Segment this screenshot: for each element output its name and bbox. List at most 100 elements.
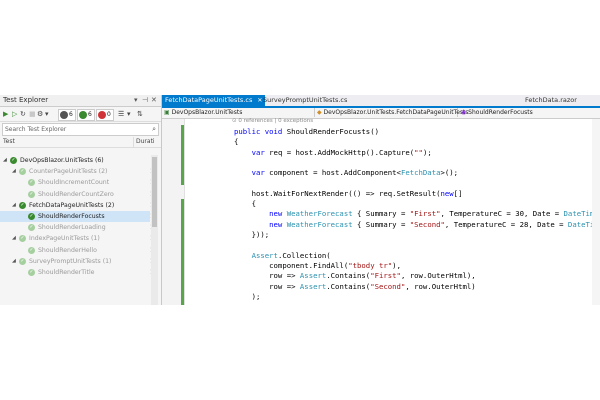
passed-count-button[interactable]: 6 xyxy=(77,109,95,121)
test-tree-item[interactable]: ◢✓FetchDataPageUnitTests (2)1 xyxy=(0,200,154,211)
code-token: , TemperatureC = 28, Date = xyxy=(444,219,568,229)
test-name: ShouldRenderCountZero xyxy=(38,190,114,198)
code-token: .Contains( xyxy=(326,281,371,291)
passed-icon: ✓ xyxy=(28,190,35,198)
test-list-scrollbar[interactable] xyxy=(151,155,158,305)
column-duration[interactable]: Durati xyxy=(133,137,155,147)
test-tree-item[interactable]: ✓ShouldRenderCountZero1 xyxy=(0,189,154,200)
class-label: DevOpsBlazor.UnitTests.FetchDataPageUnit… xyxy=(323,109,469,116)
code-token: Assert xyxy=(299,281,327,291)
code-token: component = host.AddComponent< xyxy=(269,168,401,178)
test-tree-item[interactable]: ◢ ✓ DevOpsBlazor.UnitTests (6) xyxy=(0,155,150,166)
passed-icon: ✓ xyxy=(28,224,35,232)
test-name: FetchDataPageUnitTests (2) xyxy=(29,201,115,209)
code-token: Assert xyxy=(299,271,327,281)
code-line: { xyxy=(234,199,256,208)
passed-icon: ✓ xyxy=(28,268,35,276)
class-dropdown[interactable]: ◆ DevOpsBlazor.UnitTests.FetchDataPageUn… xyxy=(315,108,469,117)
filter-icon[interactable]: ▾ xyxy=(127,109,131,119)
dropdown-arrow-icon[interactable]: ▾ xyxy=(134,95,138,106)
test-tree: ◢ ✓ DevOpsBlazor.UnitTests (6) ◢ ✓ CounterPag… xyxy=(0,155,154,278)
expand-arrow-icon[interactable]: ◢ xyxy=(12,166,16,177)
group-by-icon[interactable]: ☰ xyxy=(118,109,124,119)
code-token: "Second" xyxy=(370,281,406,291)
code-token: host.WaitForNextRender(() => req.SetResu… xyxy=(234,188,441,198)
test-explorer-titlebar: Test Explorer ▾ ⊣ ✕ xyxy=(0,95,161,107)
code-token: ); xyxy=(422,147,432,157)
code-line: var req = host.AddMockHttp().Capture("")… xyxy=(234,148,432,157)
failed-count-button[interactable]: 0 xyxy=(96,109,114,121)
test-tree-item[interactable]: ✓ShouldRenderFocusts1 xyxy=(0,210,154,223)
close-icon[interactable]: ✕ xyxy=(151,95,157,106)
code-token: "First" xyxy=(409,209,441,219)
run-all-icon[interactable]: ▶ xyxy=(3,109,8,119)
code-token: var xyxy=(234,168,270,178)
test-name: ShouldRenderFocusts xyxy=(38,212,105,220)
test-tree-item[interactable]: ✓ShouldRenderHello1 xyxy=(0,245,154,256)
test-explorer-title: Test Explorer xyxy=(3,96,49,104)
change-marker xyxy=(181,125,184,185)
search-icon[interactable]: ⌕ xyxy=(152,124,156,135)
settings-icon[interactable]: ⚙ xyxy=(37,109,43,119)
code-token: ), xyxy=(392,260,401,270)
code-line: row => Assert.Contains("First", row.Oute… xyxy=(234,271,476,280)
code-editor[interactable]: ⊙ 0 references | 0 exceptions public voi… xyxy=(162,118,600,305)
test-name: IndexPageUnitTests (1) xyxy=(29,235,100,243)
code-token: new xyxy=(234,219,287,229)
passed-icon: ✓ xyxy=(28,179,35,187)
test-tree-item[interactable]: ✓ShouldRenderLoading1 xyxy=(0,222,154,233)
member-dropdown[interactable]: ◉ ShouldRenderFocusts xyxy=(459,108,600,117)
test-tree-item[interactable]: ✓ShouldRenderTitle1 xyxy=(0,267,154,278)
passed-icon: ✓ xyxy=(19,168,26,176)
code-line: host.WaitForNextRender(() => req.SetResu… xyxy=(234,188,463,198)
dropdown-arrow-icon[interactable]: ▾ xyxy=(45,109,49,119)
editor-scrollbar[interactable] xyxy=(592,119,600,305)
search-placeholder: Search Test Explorer xyxy=(5,126,67,133)
passed-icon: ✓ xyxy=(10,157,17,164)
code-token: { xyxy=(234,199,256,209)
test-list-header: Test Durati xyxy=(0,137,161,148)
code-line: ); xyxy=(234,291,261,301)
code-token: { xyxy=(234,137,239,147)
test-tree-item[interactable]: ◢✓IndexPageUnitTests (1)1 xyxy=(0,233,154,244)
code-token: ShouldRenderFocusts() xyxy=(286,127,379,136)
code-token: "Second" xyxy=(409,219,445,229)
code-token: , TemperatureC = 30, Date = xyxy=(440,209,564,219)
pin-icon[interactable]: ⊣ xyxy=(142,95,148,106)
member-label: ShouldRenderFocusts xyxy=(468,109,533,116)
tab-label: FetchData.razor xyxy=(525,96,577,104)
total-count-button[interactable]: 6 xyxy=(58,109,76,121)
test-tree-item[interactable]: ◢✓SurveyPromptUnitTests (1)1 xyxy=(0,256,154,267)
code-line: })); xyxy=(234,230,270,239)
tab-fetchdata-razor[interactable]: FetchData.razor xyxy=(522,95,580,106)
expand-arrow-icon[interactable]: ◢ xyxy=(3,155,7,166)
test-tree-item[interactable]: ◢✓CounterPageUnitTests (2)1 xyxy=(0,166,154,177)
codelens[interactable]: ⊙ 0 references | 0 exceptions xyxy=(232,118,313,124)
tab-surveyprompt-unittests[interactable]: SurveyPromptUnitTests.cs xyxy=(260,95,350,106)
search-input[interactable]: Search Test Explorer ⌕ xyxy=(2,123,159,136)
column-options-icon[interactable]: ⇅ xyxy=(137,109,143,119)
cancel-icon[interactable]: ■ xyxy=(29,109,36,119)
code-token: "" xyxy=(414,147,423,157)
tab-fetchdata-unittests[interactable]: FetchDataPageUnitTests.cs ✕ xyxy=(162,95,266,106)
test-tree-item[interactable]: ✓ShouldIncrementCount1 xyxy=(0,177,154,188)
repeat-icon[interactable]: ↻ xyxy=(20,109,26,119)
expand-arrow-icon[interactable]: ◢ xyxy=(12,233,16,244)
test-explorer-panel: Test Explorer ▾ ⊣ ✕ ▶ ▷ ↻ ■ ⚙ ▾ 6 6 0 ☰ … xyxy=(0,95,162,305)
scrollbar-thumb[interactable] xyxy=(152,157,157,227)
test-name: CounterPageUnitTests (2) xyxy=(29,168,108,176)
code-token: "tbody tr" xyxy=(348,260,393,270)
code-token: var xyxy=(234,147,270,157)
ide-window: Test Explorer ▾ ⊣ ✕ ▶ ▷ ↻ ■ ⚙ ▾ 6 6 0 ☰ … xyxy=(0,95,600,305)
code-token: row => xyxy=(234,281,300,291)
code-token: , row.OuterHtml), xyxy=(400,271,476,281)
column-test[interactable]: Test xyxy=(3,137,15,147)
editor-navigation-bar: ▣ DevOpsBlazor.UnitTests ◆ DevOpsBlazor.… xyxy=(162,108,600,119)
expand-arrow-icon[interactable]: ◢ xyxy=(12,256,16,267)
code-line: new WeatherForecast { Summary = "Second"… xyxy=(234,220,599,229)
expand-arrow-icon[interactable]: ◢ xyxy=(12,200,16,211)
project-dropdown[interactable]: ▣ DevOpsBlazor.UnitTests xyxy=(162,108,315,117)
run-icon[interactable]: ▷ xyxy=(12,109,17,119)
code-token: ); xyxy=(234,291,261,301)
code-token: component.FindAll( xyxy=(234,260,349,270)
